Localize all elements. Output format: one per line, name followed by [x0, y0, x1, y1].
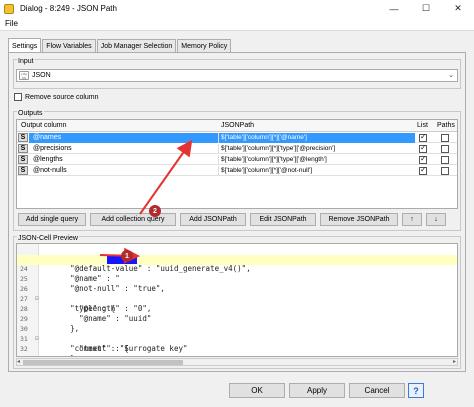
output-column-name[interactable]: @lengths: [29, 155, 218, 165]
move-down-button[interactable]: ↓: [426, 213, 446, 226]
add-jsonpath-button[interactable]: Add JSONPath: [180, 213, 246, 226]
minimize-button[interactable]: —: [378, 0, 410, 17]
maximize-button[interactable]: ☐: [410, 0, 442, 17]
move-up-button[interactable]: ↑: [402, 213, 422, 226]
edit-jsonpath-button[interactable]: Edit JSONPath: [250, 213, 316, 226]
table-header: Output column JSONPath List Paths: [17, 120, 457, 132]
ok-button[interactable]: OK: [229, 383, 285, 398]
line-number: 33: [20, 355, 28, 357]
json-preview-group: JSON-Cell Preview 23 "@default-value" : …: [13, 235, 461, 369]
list-checkbox[interactable]: [419, 165, 427, 175]
code-line: 27 "@length" : "0",: [17, 285, 457, 314]
add-collection-query-button[interactable]: Add collection query: [90, 213, 176, 226]
title-bar: Dialog - 8:249 - JSON Path — ☐ ✕: [0, 0, 474, 17]
list-checkbox[interactable]: [419, 154, 427, 164]
string-type-icon: S: [18, 144, 28, 153]
col-header-output[interactable]: Output column: [21, 122, 67, 129]
remove-source-checkbox[interactable]: [14, 93, 22, 101]
jsonpath-cell[interactable]: $['table']['column'][*]['@name']: [218, 133, 415, 143]
jsonpath-cell[interactable]: $['table']['column'][*]['type']['@precis…: [218, 144, 415, 154]
input-group: Input {JS} ON JSON ⌄: [13, 58, 461, 89]
table-row[interactable]: S @names $['table']['column'][*]['@name'…: [17, 132, 457, 143]
code-line: 31 "text" : "Surrogate key": [17, 325, 457, 354]
jsonpath-cell[interactable]: $['table']['column'][*]['@not-null']: [218, 166, 415, 176]
app-icon: [4, 3, 14, 14]
menu-bar: File: [0, 17, 474, 31]
tab-memory-policy[interactable]: Memory Policy: [177, 39, 232, 53]
input-selected-value: JSON: [32, 72, 51, 79]
code-line: 29 },: [17, 305, 457, 334]
chevron-down-icon: ⌄: [448, 72, 454, 79]
code-line: 33 ⊟ }, {: [17, 345, 457, 357]
close-button[interactable]: ✕: [442, 0, 474, 17]
tab-flow-variables[interactable]: Flow Variables: [42, 39, 96, 53]
input-group-label: Input: [17, 58, 35, 65]
string-type-icon: S: [18, 166, 28, 175]
horizontal-scrollbar[interactable]: ◂ ▸: [16, 358, 458, 366]
code-line: 32 }: [17, 335, 457, 357]
outputs-table: Output column JSONPath List Paths S @nam…: [16, 119, 458, 209]
table-row[interactable]: S @not-nulls $['table']['column'][*]['@n…: [17, 165, 457, 176]
json-preview-editor[interactable]: 23 "@default-value" : "uuid_generate_v4(…: [16, 243, 458, 357]
string-type-icon: S: [18, 155, 28, 164]
paths-checkbox[interactable]: [441, 167, 449, 175]
window-controls: — ☐ ✕: [378, 0, 474, 17]
remove-source-row: Remove source column: [14, 93, 99, 101]
code-line: 23 "@default-value" : "uuid_generate_v4(…: [17, 245, 457, 274]
list-checkbox[interactable]: [419, 132, 427, 142]
table-row[interactable]: S @precisions $['table']['column'][*]['t…: [17, 143, 457, 154]
paths-checkbox[interactable]: [441, 134, 449, 142]
code-line: 30 ⊟ "comment" : {: [17, 315, 457, 353]
string-type-icon: S: [18, 133, 28, 142]
remove-source-label: Remove source column: [25, 93, 99, 101]
add-single-query-button[interactable]: Add single query: [18, 213, 86, 226]
code-line: 28 "@name" : "uuid": [17, 295, 457, 324]
jsonpath-cell[interactable]: $['table']['column'][*]['type']['@length…: [218, 155, 415, 165]
annotation-badge-1: 1: [121, 250, 133, 262]
output-column-name[interactable]: @precisions: [29, 144, 218, 154]
scroll-right-icon[interactable]: ▸: [453, 358, 456, 365]
outputs-group-label: Outputs: [17, 110, 44, 117]
annotation-badge-2: 2: [149, 205, 161, 217]
scrollbar-thumb[interactable]: [23, 360, 183, 365]
paths-checkbox[interactable]: [441, 145, 449, 153]
tab-strip: Settings Flow Variables Job Manager Sele…: [8, 38, 232, 53]
window-title: Dialog - 8:249 - JSON Path: [20, 4, 117, 13]
scroll-left-icon[interactable]: ◂: [17, 358, 20, 365]
code-line: 25 "@not-null" : "true",: [17, 265, 457, 294]
col-header-jsonpath[interactable]: JSONPath: [221, 122, 254, 129]
col-header-list[interactable]: List: [417, 122, 428, 129]
outputs-group: Outputs Output column JSONPath List Path…: [13, 110, 461, 231]
output-column-name[interactable]: @not-nulls: [29, 166, 218, 176]
outputs-button-row: Add single query Add collection query Ad…: [18, 213, 450, 227]
list-checkbox[interactable]: [419, 143, 427, 153]
json-type-icon: {JS} ON: [19, 71, 29, 80]
cancel-button[interactable]: Cancel: [349, 383, 405, 398]
code-line-highlighted: 24 "@name" : ": [17, 255, 457, 283]
paths-checkbox[interactable]: [441, 156, 449, 164]
help-button[interactable]: ?: [408, 383, 424, 398]
settings-panel: Input {JS} ON JSON ⌄ Remove source colum…: [8, 52, 466, 372]
col-header-paths[interactable]: Paths: [437, 122, 455, 129]
table-row[interactable]: S @lengths $['table']['column'][*]['type…: [17, 154, 457, 165]
remove-jsonpath-button[interactable]: Remove JSONPath: [320, 213, 398, 226]
menu-file[interactable]: File: [5, 19, 18, 28]
code-line: 26 ⊟ "type" : {: [17, 275, 457, 313]
input-column-select[interactable]: {JS} ON JSON ⌄: [16, 69, 458, 82]
tab-job-manager-selection[interactable]: Job Manager Selection: [96, 39, 177, 53]
tab-settings[interactable]: Settings: [8, 38, 42, 53]
json-preview-label: JSON-Cell Preview: [17, 235, 79, 242]
apply-button[interactable]: Apply: [289, 383, 345, 398]
output-column-name[interactable]: @names: [29, 133, 218, 143]
